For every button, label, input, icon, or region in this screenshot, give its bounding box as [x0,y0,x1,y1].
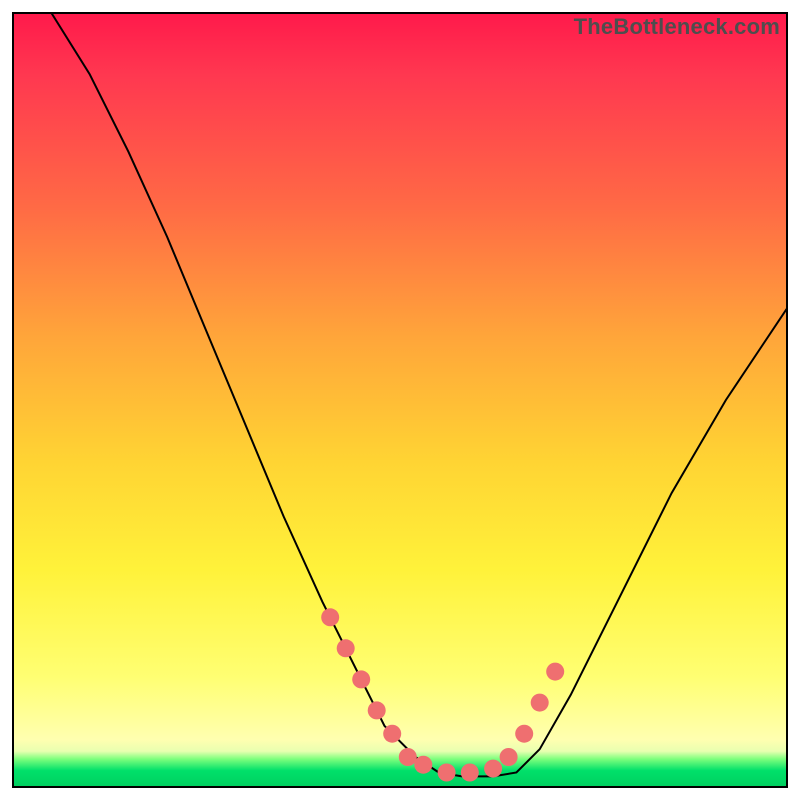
watermark-text: TheBottleneck.com [574,14,780,40]
chart-frame [12,12,788,788]
heat-gradient-background [14,14,786,786]
